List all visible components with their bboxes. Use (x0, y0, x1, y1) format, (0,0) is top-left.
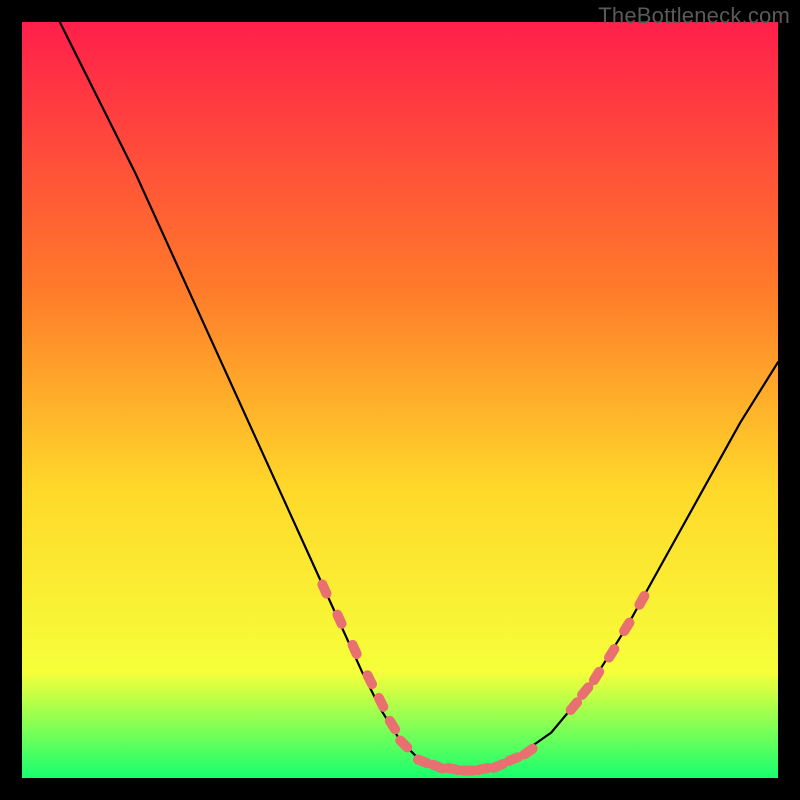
chart-frame: TheBottleneck.com (0, 0, 800, 800)
watermark-label: TheBottleneck.com (598, 3, 790, 29)
plot-area (22, 22, 778, 778)
plot-svg (22, 22, 778, 778)
gradient-background (22, 22, 778, 778)
